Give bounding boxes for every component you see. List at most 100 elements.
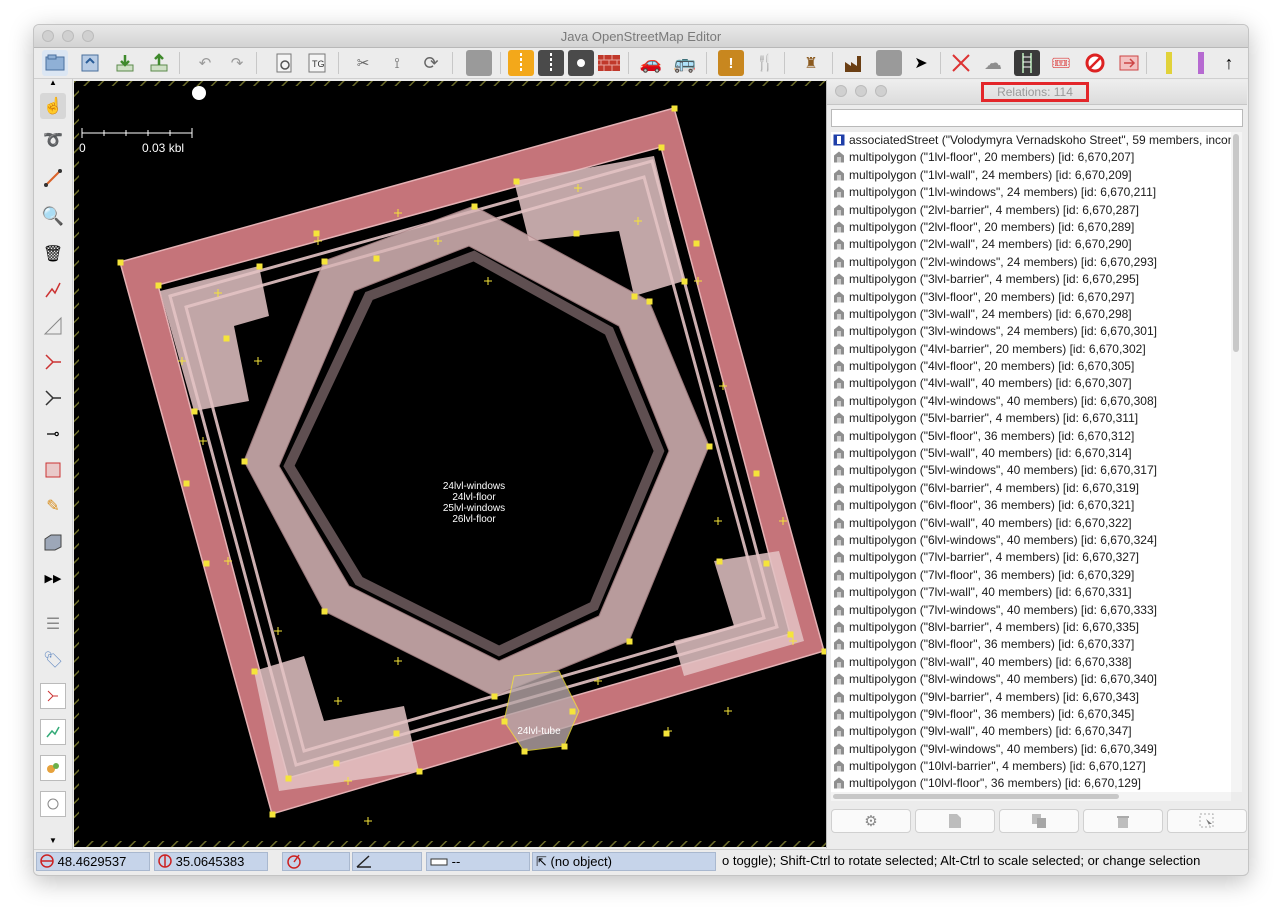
horizontal-scroll-thumb[interactable] (833, 794, 1119, 799)
scroll-down-icon[interactable]: ▼ (40, 835, 66, 845)
relation-row[interactable]: multipolygon ("8lvl-windows", 40 members… (831, 671, 1231, 688)
extrude-icon[interactable] (948, 50, 974, 76)
duplicate-relation-button[interactable] (999, 809, 1079, 833)
relation-row[interactable]: multipolygon ("3lvl-floor", 20 members) … (831, 289, 1231, 306)
refresh-icon[interactable]: ⟳ (418, 50, 444, 76)
relation-row[interactable]: multipolygon ("4lvl-floor", 20 members) … (831, 358, 1231, 375)
relation-row[interactable]: multipolygon ("1lvl-floor", 20 members) … (831, 149, 1231, 166)
delete-tool-icon[interactable]: 🗑 (40, 241, 66, 267)
relation-row[interactable]: multipolygon ("8lvl-wall", 40 members) [… (831, 654, 1231, 671)
preset-wall-icon[interactable] (596, 50, 622, 76)
relation-row[interactable]: multipolygon ("4lvl-windows", 40 members… (831, 393, 1231, 410)
relation-row[interactable]: multipolygon ("4lvl-barrier", 20 members… (831, 341, 1231, 358)
relation-row[interactable]: multipolygon ("10lvl-floor", 36 members)… (831, 775, 1231, 792)
vertical-scroll-thumb[interactable] (1233, 134, 1239, 352)
zoom-slider-knob[interactable] (192, 86, 206, 100)
relations-vertical-scrollbar[interactable] (1231, 132, 1242, 792)
join-tool-icon[interactable] (40, 349, 66, 375)
relation-row[interactable]: multipolygon ("5lvl-wall", 40 members) [… (831, 445, 1231, 462)
layer-properties-icon[interactable]: TG (304, 50, 330, 76)
relations-horizontal-scrollbar[interactable] (831, 792, 1231, 801)
relation-row[interactable]: multipolygon ("2lvl-barrier", 4 members)… (831, 202, 1231, 219)
relation-row[interactable]: multipolygon ("5lvl-windows", 40 members… (831, 462, 1231, 479)
preset-grey-square-icon[interactable] (466, 50, 492, 76)
arrow-up-icon[interactable]: ↑ (1216, 50, 1242, 76)
more-tools-icon[interactable]: ▶▶ (40, 565, 66, 591)
preset-grey-icon[interactable] (876, 50, 902, 76)
relation-row[interactable]: multipolygon ("8lvl-floor", 36 members) … (831, 636, 1231, 653)
lasso-tool-icon[interactable]: ➰ (40, 127, 66, 153)
railway-icon[interactable] (1014, 50, 1040, 76)
undo-icon[interactable]: ↶ (192, 50, 218, 76)
delete-relation-button[interactable] (1083, 809, 1163, 833)
relation-row[interactable]: multipolygon ("9lvl-windows", 40 members… (831, 741, 1231, 758)
preset-restaurant-icon[interactable]: 🍴 (752, 50, 778, 76)
preset-bollard-icon[interactable] (568, 50, 594, 76)
relation-row[interactable]: multipolygon ("6lvl-wall", 40 members) [… (831, 515, 1231, 532)
relation-row[interactable]: multipolygon ("7lvl-floor", 36 members) … (831, 567, 1231, 584)
relations-search-input[interactable] (831, 109, 1243, 127)
scroll-up-icon[interactable]: ▲ (40, 77, 66, 87)
relation-row[interactable]: multipolygon ("7lvl-wall", 40 members) [… (831, 584, 1231, 601)
panel-minimize-button[interactable] (855, 85, 867, 97)
relation-row[interactable]: associatedStreet ("Volodymyra Vernadskoh… (831, 132, 1231, 149)
extrude-tool-icon[interactable] (40, 457, 66, 483)
relation-row[interactable]: multipolygon ("8lvl-barrier", 4 members)… (831, 619, 1231, 636)
preset-bus-icon[interactable]: 🚌 (672, 50, 698, 76)
properties-toggle-icon[interactable] (40, 755, 66, 781)
improve-way-tool-icon[interactable] (40, 313, 66, 339)
relation-row[interactable]: multipolygon ("5lvl-barrier", 4 members)… (831, 410, 1231, 427)
relations-list[interactable]: associatedStreet ("Volodymyra Vernadskoh… (831, 132, 1231, 792)
relation-row[interactable]: multipolygon ("2lvl-floor", 20 members) … (831, 219, 1231, 236)
select-tool-icon[interactable]: ☝ (40, 93, 66, 119)
add-node-tool-icon[interactable]: ⊸ (40, 421, 66, 447)
relation-row[interactable]: multipolygon ("4lvl-wall", 40 members) [… (831, 375, 1231, 392)
layers-toggle-icon[interactable]: ☰ (40, 611, 66, 637)
split-way-icon[interactable]: ✂ (350, 50, 376, 76)
map-view[interactable]: 0 0.03 kbl 24lvl-windows 24lvl-floor 25l… (74, 81, 826, 847)
parallel-tool-icon[interactable] (40, 277, 66, 303)
relation-row[interactable]: multipolygon ("1lvl-wall", 24 members) [… (831, 167, 1231, 184)
select-arrow-icon[interactable]: ➤ (908, 50, 934, 76)
relation-row[interactable]: multipolygon ("6lvl-barrier", 4 members)… (831, 480, 1231, 497)
ticket-icon[interactable]: 🎟 (1048, 50, 1074, 76)
no-entry-icon[interactable] (1082, 50, 1108, 76)
relation-row[interactable]: multipolygon ("10lvl-barrier", 4 members… (831, 758, 1231, 775)
zoom-tool-icon[interactable]: 🔍 (40, 203, 66, 229)
relation-row[interactable]: multipolygon ("3lvl-wall", 24 members) [… (831, 306, 1231, 323)
building-tool-icon[interactable] (40, 529, 66, 555)
draw-tool-icon[interactable] (40, 165, 66, 191)
preset-castle-icon[interactable]: ♜ (798, 50, 824, 76)
open-file-icon[interactable] (42, 50, 68, 76)
align-in-line-icon[interactable]: ⟟ (384, 50, 410, 76)
panel-maximize-button[interactable] (875, 85, 887, 97)
relation-row[interactable]: multipolygon ("6lvl-floor", 36 members) … (831, 497, 1231, 514)
relation-row[interactable]: multipolygon ("1lvl-windows", 24 members… (831, 184, 1231, 201)
preferences-icon[interactable] (272, 50, 298, 76)
select-members-button[interactable] (1167, 809, 1247, 833)
history-toggle-icon[interactable] (40, 719, 66, 745)
split-tool-icon[interactable] (40, 385, 66, 411)
cloud-icon[interactable]: ☁ (980, 50, 1006, 76)
panel-close-button[interactable] (835, 85, 847, 97)
relation-row[interactable]: multipolygon ("7lvl-windows", 40 members… (831, 602, 1231, 619)
preset-road-icon[interactable] (538, 50, 564, 76)
new-relation-button[interactable] (915, 809, 995, 833)
relation-row[interactable]: multipolygon ("5lvl-floor", 36 members) … (831, 428, 1231, 445)
edit-relation-button[interactable]: ⚙ (831, 809, 911, 833)
pencil-tool-icon[interactable]: ✎ (40, 493, 66, 519)
relation-row[interactable]: multipolygon ("9lvl-floor", 36 members) … (831, 706, 1231, 723)
preset-factory-icon[interactable] (842, 50, 868, 76)
relation-row[interactable]: multipolygon ("2lvl-windows", 24 members… (831, 254, 1231, 271)
purple-bar-icon[interactable] (1188, 50, 1214, 76)
redo-icon[interactable]: ↷ (224, 50, 250, 76)
preset-warning-icon[interactable]: ! (718, 50, 744, 76)
relation-row[interactable]: multipolygon ("9lvl-wall", 40 members) [… (831, 723, 1231, 740)
relation-row[interactable]: multipolygon ("3lvl-barrier", 4 members)… (831, 271, 1231, 288)
validator-toggle-icon[interactable] (40, 791, 66, 817)
relation-row[interactable]: multipolygon ("6lvl-windows", 40 members… (831, 532, 1231, 549)
corner-block-sw[interactable] (254, 656, 419, 791)
relation-row[interactable]: multipolygon ("9lvl-barrier", 4 members)… (831, 689, 1231, 706)
download-icon[interactable] (112, 50, 138, 76)
relation-toggle-icon[interactable] (40, 683, 66, 709)
